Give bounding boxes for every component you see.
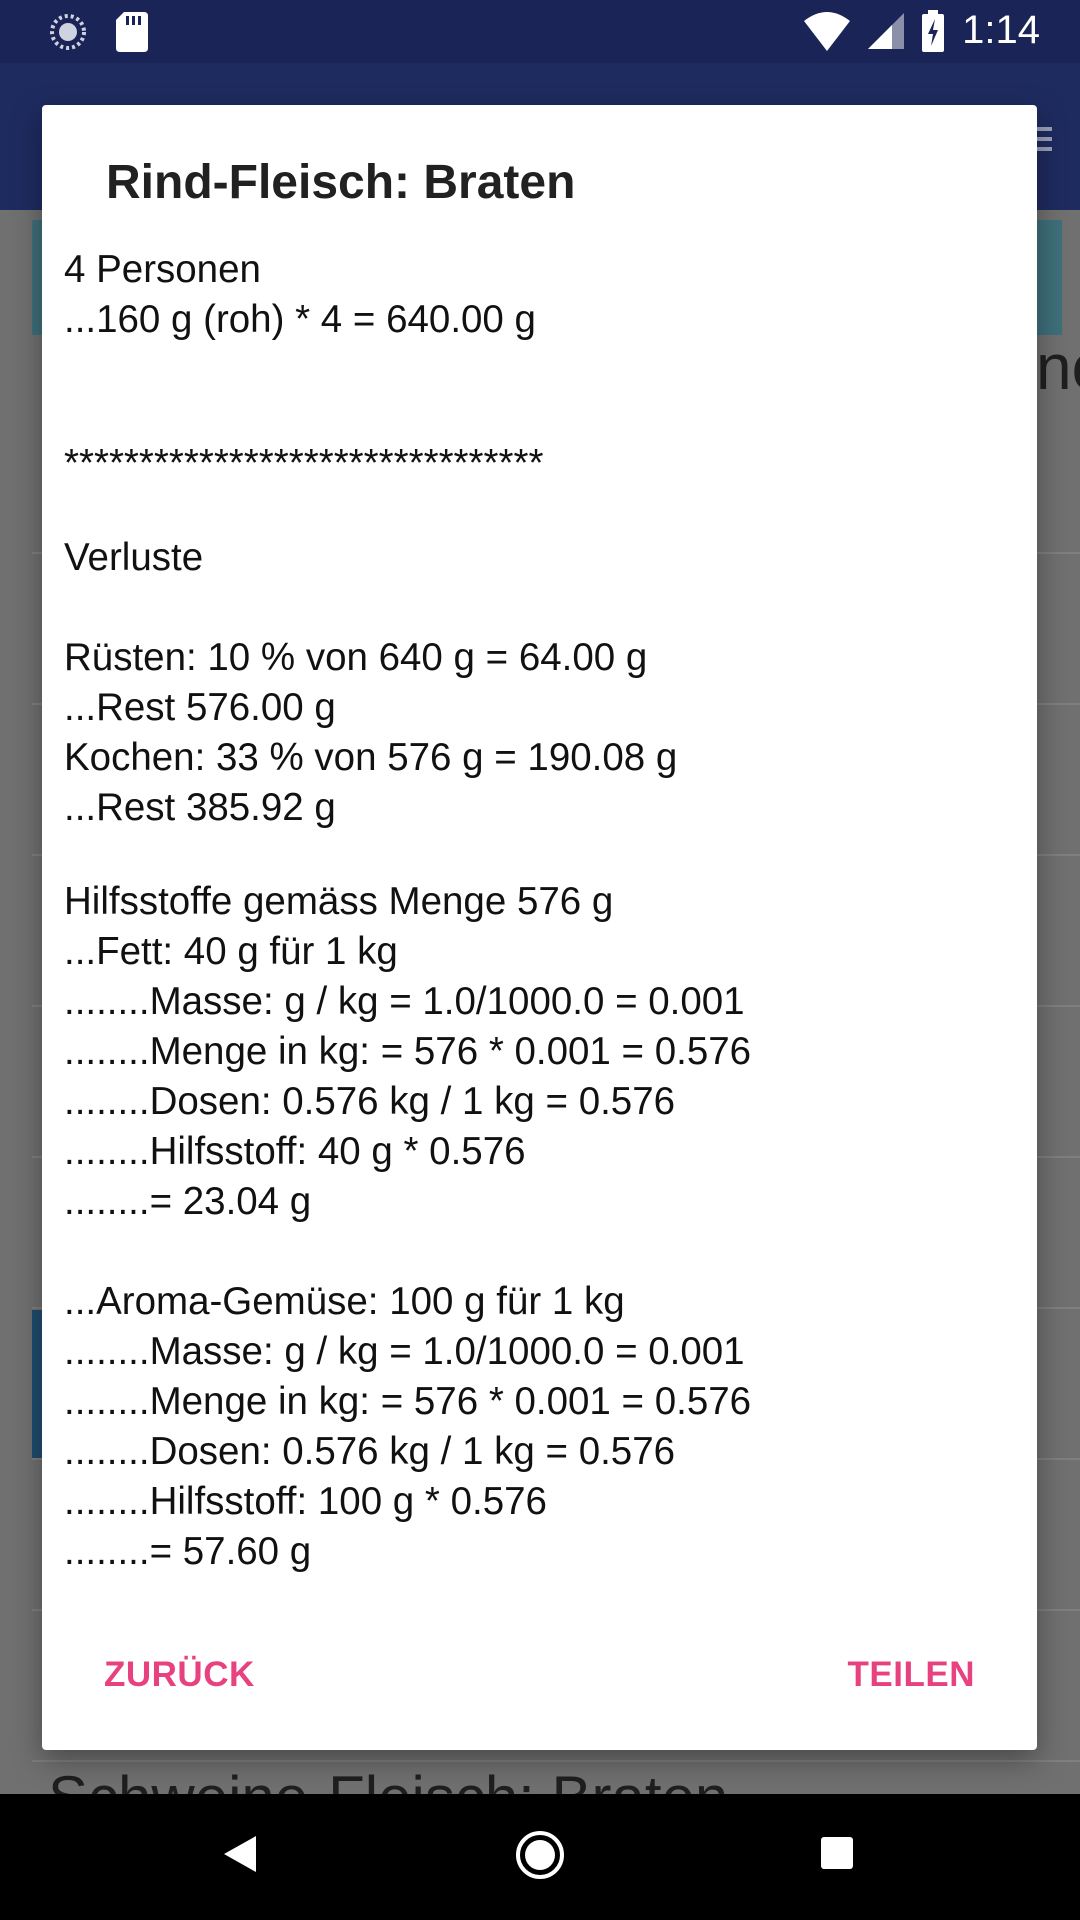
navigation-bar bbox=[0, 1794, 1080, 1920]
status-bar: 1:14 bbox=[0, 0, 1080, 63]
amount-line: ...160 g (roh) * 4 = 640.00 g bbox=[64, 298, 536, 341]
veg-result-line: ........= 57.60 g bbox=[64, 1530, 312, 1573]
aux-header: Hilfsstoffe gemäss Menge 576 g bbox=[64, 880, 614, 923]
prep-rest-line: ...Rest 576.00 g bbox=[64, 686, 336, 729]
recents-square-icon[interactable] bbox=[820, 1836, 854, 1870]
veg-header: ...Aroma-Gemüse: 100 g für 1 kg bbox=[64, 1280, 625, 1323]
sync-spinner-icon bbox=[50, 14, 86, 50]
wifi-icon bbox=[804, 11, 851, 51]
veg-qty-line: ........Menge in kg: = 576 * 0.001 = 0.5… bbox=[64, 1380, 752, 1423]
fat-aux-line: ........Hilfsstoff: 40 g * 0.576 bbox=[64, 1130, 526, 1173]
battery-charging-icon bbox=[922, 9, 945, 52]
list-divider bbox=[32, 1760, 1080, 1762]
background-list-item-label: Schweine-Fleisch: Braten bbox=[48, 1768, 728, 1794]
cook-rest-line: ...Rest 385.92 g bbox=[64, 786, 336, 829]
back-button[interactable]: ZURÜCK bbox=[104, 1655, 255, 1695]
separator-line: ******************************** bbox=[64, 442, 544, 485]
fat-mass-line: ........Masse: g / kg = 1.0/1000.0 = 0.0… bbox=[64, 980, 745, 1023]
fat-header: ...Fett: 40 g für 1 kg bbox=[64, 930, 398, 973]
veg-aux-line: ........Hilfsstoff: 100 g * 0.576 bbox=[64, 1480, 547, 1523]
cook-loss-line: Kochen: 33 % von 576 g = 190.08 g bbox=[64, 736, 678, 779]
recipe-calculation-dialog: Rind-Fleisch: Braten 4 Personen ...160 g… bbox=[42, 105, 1037, 1750]
fat-result-line: ........= 23.04 g bbox=[64, 1180, 312, 1223]
fat-doses-line: ........Dosen: 0.576 kg / 1 kg = 0.576 bbox=[64, 1080, 676, 1123]
prep-loss-line: Rüsten: 10 % von 640 g = 64.00 g bbox=[64, 636, 648, 679]
veg-mass-line: ........Masse: g / kg = 1.0/1000.0 = 0.0… bbox=[64, 1330, 745, 1373]
fat-qty-line: ........Menge in kg: = 576 * 0.001 = 0.5… bbox=[64, 1030, 752, 1073]
home-circle-icon[interactable] bbox=[515, 1830, 565, 1880]
share-button[interactable]: TEILEN bbox=[848, 1655, 975, 1695]
losses-header: Verluste bbox=[64, 536, 204, 579]
signal-icon bbox=[868, 12, 905, 49]
status-time: 1:14 bbox=[962, 8, 1040, 52]
sd-card-icon bbox=[116, 12, 148, 52]
background-side-text: no bbox=[1036, 331, 1080, 403]
list-item-accent bbox=[32, 1310, 42, 1458]
back-triangle-icon[interactable] bbox=[222, 1834, 256, 1874]
dialog-title: Rind-Fleisch: Braten bbox=[106, 156, 576, 209]
persons-line: 4 Personen bbox=[64, 248, 261, 291]
dialog-content: 4 Personen ...160 g (roh) * 4 = 640.00 g… bbox=[64, 245, 1014, 1577]
veg-doses-line: ........Dosen: 0.576 kg / 1 kg = 0.576 bbox=[64, 1430, 676, 1473]
